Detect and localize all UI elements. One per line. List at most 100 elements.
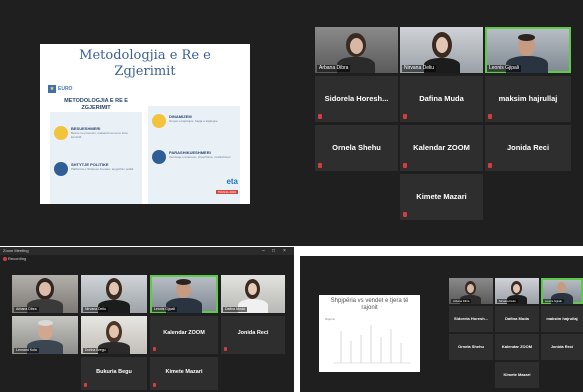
participant-name: Jonida Reci: [506, 143, 550, 152]
participant-face: [248, 283, 257, 295]
participant-name-tile[interactable]: Dafina Muda: [495, 306, 539, 332]
participant-name-tile[interactable]: Jonida Reci: [485, 125, 571, 171]
eu-stars-icon: ★: [48, 84, 56, 93]
mic-muted-icon: [403, 163, 407, 168]
participant-name: Nirvana Deliu: [497, 299, 518, 303]
slide-item-text: Vendosje e kritereve; shperblime; rrezik…: [169, 155, 231, 159]
participant-name: Arbana Dibra: [14, 307, 39, 312]
participant-name: Ornela Shehu: [457, 344, 484, 349]
slide-item-text: Grupet e kapitujve; hapja e kapitujve: [169, 119, 218, 123]
slide-item-4: PARASHIKUESHMERI Vendosje e kritereve; s…: [152, 150, 236, 164]
slide-logo: ★ EURO: [48, 84, 88, 93]
participant-name: Kalendar ZOOM: [501, 344, 533, 349]
participant-video-tile[interactable]: Nirvana Deliu: [81, 275, 147, 313]
participant-name: Dafina Muda: [419, 94, 464, 103]
eta-logo: eta: [226, 177, 238, 186]
participant-name-tile[interactable]: Kimete Mazari: [400, 174, 483, 220]
mic-muted-icon: [488, 114, 492, 119]
slide-item-text: Platforma e Shteteve Anetare; angazhim p…: [71, 167, 134, 171]
participant-name-tile[interactable]: Kalendar ZOOM: [150, 316, 218, 354]
participant-video-tile[interactable]: Dafina Muda: [221, 275, 285, 313]
window-title: Zoom Meeting: [3, 248, 29, 253]
participant-name-tile[interactable]: Kimete Mazari: [150, 357, 218, 390]
participant-video-tile[interactable]: Leonard Kola: [12, 316, 78, 354]
participant-name: Kimete Mazari: [165, 369, 203, 375]
minimize-button[interactable]: –: [262, 247, 265, 255]
slide-card-left: METODOLOGJIA E RE E ZGJERIMIT BESUESHMER…: [50, 98, 142, 204]
participant-name-tile[interactable]: Dafina Muda: [400, 76, 483, 122]
slide-item-text: Besim ne procesin; mekanizma me te forte…: [71, 131, 128, 139]
slide-item-2: SHTYTJE POLITIKE Platforma e Shteteve An…: [54, 162, 138, 176]
participant-name-tile[interactable]: Sidorela Horesh...: [449, 306, 493, 332]
participant-video-tile[interactable]: Arbana Dibra: [12, 275, 78, 313]
participant-face: [513, 284, 520, 293]
participant-video-tile[interactable]: Dorina Bregu: [81, 316, 147, 354]
mic-muted-icon: [153, 383, 156, 387]
mic-muted-icon: [318, 114, 322, 119]
participant-name-tile[interactable]: Kimete Mazari: [495, 362, 539, 388]
participant-name: Leonis Gjipali: [543, 299, 564, 303]
participant-face: [557, 282, 566, 293]
participant-video-tile-active[interactable]: Leonis Gjipali: [150, 275, 218, 313]
zoom-window-gallery: Zoom Meeting – □ × Recording Arbana Dibr…: [0, 247, 294, 392]
hand-icon: [54, 162, 68, 176]
shared-screen-slide: Metodologjia e Re e Zgjerimit ★ EURO MET…: [40, 44, 250, 204]
maximize-button[interactable]: □: [272, 247, 275, 255]
check-icon: [54, 126, 68, 140]
close-button[interactable]: ×: [283, 247, 286, 255]
participant-name: Arbana Dibra: [317, 65, 351, 72]
participant-name: Jonida Reci: [550, 344, 574, 349]
participant-name-tile[interactable]: Jonida Reci: [221, 316, 285, 354]
mic-muted-icon: [318, 163, 322, 168]
participant-face: [39, 282, 51, 296]
participant-name: Ornela Shehu: [332, 143, 381, 152]
participant-name: Kalendar ZOOM: [163, 330, 205, 336]
participant-face: [350, 38, 363, 54]
participant-video-tile[interactable]: Nirvana Deliu: [400, 27, 483, 73]
gear-icon: [152, 114, 166, 128]
mic-muted-icon: [403, 114, 407, 119]
participant-name: maksim hajrullaj: [498, 94, 558, 103]
participant-name: Kimete Mazari: [416, 192, 467, 201]
chart-graphic: [333, 325, 411, 364]
participant-hair: [176, 279, 191, 285]
participant-face: [109, 282, 119, 295]
participant-name: Leonard Kola: [14, 348, 39, 353]
participant-name-tile[interactable]: Ornela Shehu: [449, 334, 493, 360]
participant-name-tile[interactable]: maksim hajrullaj: [541, 306, 583, 332]
participant-name-tile[interactable]: Kalendar ZOOM: [495, 334, 539, 360]
slide-tag: TIRANA 2020: [215, 190, 238, 194]
shared-chart-slide: Shpjpëria vs vendet e tjera të rajonit R…: [319, 295, 420, 372]
mic-muted-icon: [153, 347, 156, 351]
mic-muted-icon: [224, 347, 227, 351]
participant-name: Dafina Muda: [223, 307, 247, 312]
participant-name-tile[interactable]: Jonida Reci: [541, 334, 583, 360]
participant-name: Jonida Reci: [237, 330, 269, 336]
participant-name: Sidorela Horesh...: [324, 94, 389, 103]
participant-name: Nirvana Deliu: [402, 65, 437, 72]
participant-video-tile[interactable]: Arbana Dibra: [315, 27, 398, 73]
participant-name-tile[interactable]: maksim hajrullaj: [485, 76, 571, 122]
participant-name: Sidorela Horesh...: [453, 316, 488, 321]
participant-name-tile[interactable]: Ornela Shehu: [315, 125, 398, 171]
participant-name: Leonis Gjipali: [487, 65, 522, 72]
participant-video-tile[interactable]: Nirvana Deliu: [495, 278, 539, 304]
participant-name-tile[interactable]: Sidorela Horesh...: [315, 76, 398, 122]
recording-label: Recording: [8, 256, 27, 261]
chart-icon: [152, 150, 166, 164]
participant-name: maksim hajrullaj: [546, 316, 578, 321]
participant-video-tile[interactable]: Arbana Dibra: [449, 278, 493, 304]
participant-name: Kimete Mazari: [503, 372, 531, 377]
mic-muted-icon: [488, 163, 492, 168]
participant-video-tile-active[interactable]: Leonis Gjipali: [541, 278, 583, 304]
main-zoom-window: Metodologjia e Re e Zgjerimit ★ EURO MET…: [0, 0, 583, 246]
participant-name-tile[interactable]: Bukuria Begu: [81, 357, 147, 390]
participant-name: Dorina Bregu: [83, 348, 108, 353]
slide-subtitle: METODOLOGJIA E RE E ZGJERIMIT: [64, 98, 128, 111]
participant-name-tile[interactable]: Kalendar ZOOM: [400, 125, 483, 171]
mic-muted-icon: [84, 383, 87, 387]
zoom-window-share: Shpjpëria vs vendet e tjera të rajonit R…: [300, 256, 583, 392]
participant-face: [467, 284, 474, 293]
slide-title: Metodologjia e Re e Zgjerimit: [79, 48, 211, 79]
participant-video-tile-active[interactable]: Leonis Gjipali: [485, 27, 571, 73]
